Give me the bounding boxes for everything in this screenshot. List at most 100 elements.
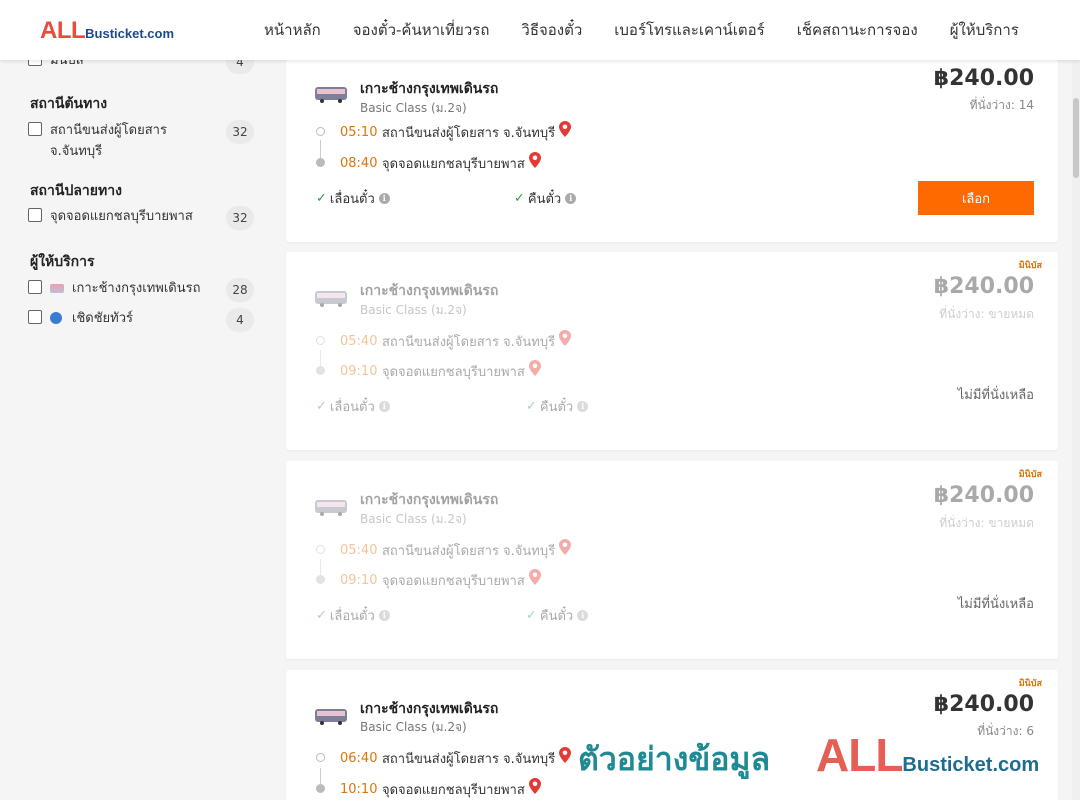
origin-title: สถานีต้นทาง: [30, 96, 108, 112]
seats-available: ที่นั่งว่าง: ขายหมด: [939, 516, 1034, 530]
feature-refund: ✓ คืนตั๋ว i: [514, 188, 577, 209]
seats-available: ที่นั่งว่าง: ขายหมด: [939, 307, 1034, 321]
info-icon[interactable]: i: [378, 193, 390, 204]
nav-phone-counter[interactable]: เบอร์โทรและเคาน์เตอร์: [598, 18, 780, 42]
checkbox[interactable]: [28, 208, 42, 222]
info-icon[interactable]: i: [378, 401, 390, 412]
info-icon[interactable]: i: [378, 610, 390, 621]
arrival-dot: [316, 158, 325, 167]
trip-card: เกาะช้างกรุงเทพเดินรถ Basic Class (ม.2จ)…: [286, 60, 1058, 242]
filter-label: จุดจอดแยกชลบุรีบายพาส: [50, 209, 193, 224]
filter-label: สถานีขนส่งผู้โดยสาร จ.จันทบุรี: [50, 123, 167, 159]
map-pin-icon[interactable]: [559, 330, 572, 346]
filter-count: 28: [226, 278, 254, 302]
logo-rest: Busticket.com: [85, 26, 175, 41]
map-pin-icon[interactable]: [528, 152, 541, 168]
filter-destination-chonburi[interactable]: จุดจอดแยกชลบุรีบายพาส 32: [28, 206, 254, 230]
arrival-row: 09:10 จุดจอดแยกชลบุรีบายพาส: [316, 569, 616, 591]
filter-label: มินิบัส: [50, 60, 84, 68]
filter-minibus[interactable]: มินิบัส 4: [28, 60, 254, 74]
departure-time: 06:40: [340, 750, 378, 766]
arrival-time: 08:40: [340, 155, 378, 171]
departure-row: 05:40 สถานีขนส่งผู้โดยสาร จ.จันทบุรี: [316, 330, 616, 351]
nav-book-search[interactable]: จองตั๋ว-ค้นหาเที่ยวรถ: [337, 18, 506, 42]
arrival-place: จุดจอดแยกชลบุรีบายพาส: [382, 360, 541, 382]
operator-name: เกาะช้างกรุงเทพเดินรถ: [360, 492, 499, 508]
watermark-text: ตัวอย่างข้อมูล: [578, 740, 771, 778]
operators-title: ผู้ให้บริการ: [30, 254, 95, 270]
sold-out-status: ไม่มีที่นั่งเหลือ: [957, 597, 1034, 612]
feature-refund: ✓ คืนตั๋ว i: [526, 396, 589, 417]
map-pin-icon[interactable]: [528, 569, 541, 585]
check-icon: ✓: [316, 608, 327, 623]
filter-operator-cherdchai[interactable]: เชิดชัยทัวร์ 4: [28, 308, 254, 332]
check-icon: ✓: [514, 191, 525, 206]
departure-time: 05:10: [340, 124, 378, 140]
map-pin-icon[interactable]: [559, 747, 572, 763]
departure-time: 05:40: [340, 333, 378, 349]
filter-count: 4: [226, 60, 254, 74]
nav-operators[interactable]: ผู้ให้บริการ: [934, 18, 1035, 42]
bus-icon: [315, 87, 347, 103]
nav-home[interactable]: หน้าหลัก: [248, 18, 337, 42]
nav-how-to-book[interactable]: วิธีจองตั๋ว: [505, 18, 598, 42]
bus-class: Basic Class (ม.2จ): [360, 101, 467, 115]
map-pin-icon[interactable]: [528, 360, 541, 376]
price: ฿240.00: [933, 692, 1034, 717]
arrival-row: 08:40 จุดจอดแยกชลบุรีบายพาส: [316, 152, 616, 174]
arrival-time: 09:10: [340, 572, 378, 588]
minibus-badge: มินิบัส: [1018, 261, 1042, 271]
arrival-place: จุดจอดแยกชลบุรีบายพาส: [382, 569, 541, 591]
departure-place: สถานีขนส่งผู้โดยสาร จ.จันทบุรี: [382, 539, 572, 561]
operator-name: เกาะช้างกรุงเทพเดินรถ: [360, 283, 499, 299]
price: ฿240.00: [933, 483, 1034, 508]
feature-refund: ✓ คืนตั๋ว i: [526, 605, 589, 626]
arrival-place: จุดจอดแยกชลบุรีบายพาส: [382, 778, 541, 800]
bus-class: Basic Class (ม.2จ): [360, 303, 467, 317]
check-icon: ✓: [526, 399, 537, 414]
map-pin-icon[interactable]: [559, 539, 572, 555]
arrival-dot: [316, 366, 325, 375]
select-button[interactable]: เลือก: [918, 181, 1034, 215]
trip-card: มินิบัส เกาะช้างกรุงเทพเดินรถ Basic Clas…: [286, 252, 1058, 450]
departure-dot: [316, 336, 325, 345]
bus-class: Basic Class (ม.2จ): [360, 720, 467, 734]
operator-name: เกาะช้างกรุงเทพเดินรถ: [360, 701, 499, 717]
checkbox[interactable]: [28, 310, 42, 324]
arrival-time: 09:10: [340, 363, 378, 379]
checkbox[interactable]: [28, 280, 42, 294]
feature-reschedule: ✓ เลื่อนตั๋ว i: [316, 188, 390, 209]
check-icon: ✓: [316, 191, 327, 206]
feature-reschedule: ✓ เลื่อนตั๋ว i: [316, 396, 390, 417]
departure-row: 05:40 สถานีขนส่งผู้โดยสาร จ.จันทบุรี: [316, 539, 616, 561]
checkbox[interactable]: [28, 60, 42, 66]
operator-name: เกาะช้างกรุงเทพเดินรถ: [360, 81, 499, 97]
filter-sidebar: มินิบัส 4 สถานีต้นทาง สถานีขนส่งผู้โดยสา…: [0, 60, 270, 800]
price: ฿240.00: [933, 274, 1034, 299]
info-icon[interactable]: i: [565, 193, 577, 204]
info-icon[interactable]: i: [577, 401, 589, 412]
departure-dot: [316, 753, 325, 762]
departure-row: 05:10 สถานีขนส่งผู้โดยสาร จ.จันทบุรี: [316, 121, 616, 142]
filter-origin-chanthaburi[interactable]: สถานีขนส่งผู้โดยสาร จ.จันทบุรี 32: [28, 120, 254, 162]
price: ฿240.00: [933, 66, 1034, 91]
arrival-time: 10:10: [340, 781, 378, 797]
operator-logo-icon: [50, 312, 62, 324]
main-nav: หน้าหลัก จองตั๋ว-ค้นหาเที่ยวรถ วิธีจองตั…: [248, 0, 1035, 60]
watermark-logo: ALLBusticket.com: [816, 729, 1040, 781]
filter-count: 4: [226, 308, 254, 332]
bus-icon: [50, 284, 64, 293]
arrival-row: 09:10 จุดจอดแยกชลบุรีบายพาส: [316, 360, 616, 382]
filter-operator-kohchang[interactable]: เกาะช้างกรุงเทพเดินรถ 28: [28, 278, 254, 302]
bus-icon: [315, 709, 347, 725]
checkbox[interactable]: [28, 122, 42, 136]
bus-class: Basic Class (ม.2จ): [360, 512, 467, 526]
map-pin-icon[interactable]: [528, 778, 541, 794]
page-scrollbar-thumb[interactable]: [1073, 98, 1079, 178]
info-icon[interactable]: i: [577, 610, 589, 621]
nav-check-status[interactable]: เช็คสถานะการจอง: [781, 18, 934, 42]
seats-available: ที่นั่งว่าง: 14: [969, 98, 1034, 112]
site-logo[interactable]: ALLBusticket.com: [40, 17, 174, 45]
arrival-place: จุดจอดแยกชลบุรีบายพาส: [382, 152, 541, 174]
map-pin-icon[interactable]: [559, 121, 572, 137]
